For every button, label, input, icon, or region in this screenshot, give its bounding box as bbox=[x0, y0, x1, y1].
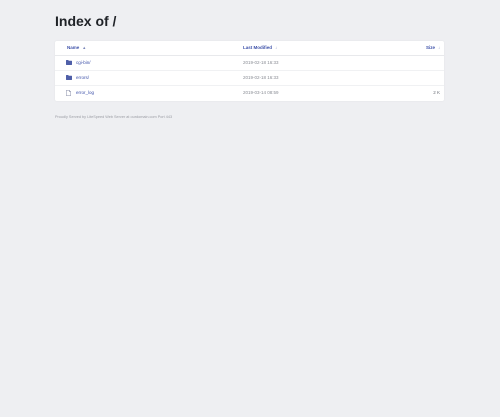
sort-desc-icon: ↓ bbox=[275, 45, 277, 50]
sort-by-size-header[interactable]: Size ↓ bbox=[426, 45, 440, 51]
name-header-label: Name bbox=[67, 45, 80, 50]
sort-by-name-header[interactable]: Name ▲ bbox=[67, 45, 86, 51]
modified-date: 2019-03-14 08:59 bbox=[243, 90, 279, 95]
folder-icon bbox=[66, 75, 72, 80]
file-size: 2 K bbox=[433, 90, 440, 95]
modified-header-label: Last Modified bbox=[243, 45, 272, 50]
sort-asc-icon: ▲ bbox=[82, 45, 87, 50]
modified-date: 2019-02-18 16:33 bbox=[243, 60, 279, 65]
file-link[interactable]: error_log bbox=[76, 90, 94, 96]
directory-listing-page: Index of / Name ▲ Last Modified ↓ Size ↓ cg… bbox=[0, 0, 500, 417]
file-icon bbox=[66, 89, 71, 96]
table-row: errors/ 2019-02-18 16:33 bbox=[55, 71, 444, 86]
modified-date: 2019-02-18 16:33 bbox=[243, 75, 279, 80]
file-listing-table: Name ▲ Last Modified ↓ Size ↓ cgi-bin/ 2019… bbox=[55, 41, 444, 101]
table-row: cgi-bin/ 2019-02-18 16:33 bbox=[55, 56, 444, 71]
sort-desc-icon: ↓ bbox=[438, 45, 440, 50]
sort-by-modified-header[interactable]: Last Modified ↓ bbox=[243, 45, 277, 51]
file-link[interactable]: errors/ bbox=[76, 75, 89, 81]
page-title: Index of / bbox=[55, 13, 117, 29]
table-row: error_log 2019-03-14 08:59 2 K bbox=[55, 86, 444, 100]
server-footer: Proudly Served by LiteSpeed Web Server a… bbox=[55, 115, 173, 119]
folder-icon bbox=[66, 60, 72, 65]
file-link[interactable]: cgi-bin/ bbox=[76, 60, 91, 66]
table-header: Name ▲ Last Modified ↓ Size ↓ bbox=[55, 41, 444, 56]
size-header-label: Size bbox=[425, 45, 435, 50]
